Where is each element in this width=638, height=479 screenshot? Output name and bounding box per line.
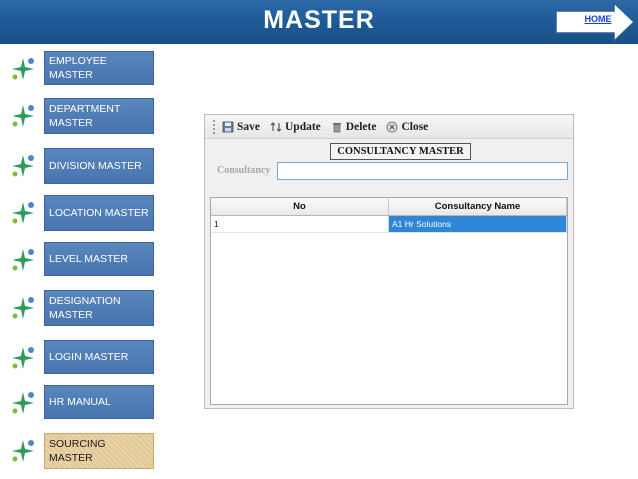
consultancy-grid: No Consultancy Name 1 A1 Hr Solutions (210, 197, 568, 405)
menu-item-label: EMPLOYEE MASTER (44, 51, 154, 85)
menu-item-label: DESIGNATION MASTER (44, 290, 154, 326)
menu-item-label: HR MANUAL (44, 385, 154, 419)
menu-item-sourcing-master[interactable]: SOURCING MASTER (8, 433, 154, 469)
consultancy-form-panel: Save Update Delete Close CONSULTANCY MAS… (204, 114, 574, 409)
menu-item-location-master[interactable]: LOCATION MASTER (8, 195, 154, 231)
sparkle-cross-icon (12, 155, 34, 177)
update-button[interactable]: Update (270, 121, 321, 133)
close-label: Close (401, 120, 429, 133)
sparkle-cross-icon (12, 58, 34, 80)
sparkle-cross-icon (12, 392, 34, 414)
home-button[interactable]: HOME (554, 1, 636, 43)
column-header-no[interactable]: No (211, 198, 389, 215)
form-toolbar: Save Update Delete Close (205, 115, 573, 139)
menu-item-label: DIVISION MASTER (44, 148, 154, 184)
close-button[interactable]: Close (386, 121, 428, 133)
save-label: Save (237, 120, 260, 133)
sparkle-cross-icon (12, 105, 34, 127)
menu-item-label: DEPARTMENT MASTER (44, 98, 154, 134)
menu-item-login-master[interactable]: LOGIN MASTER (8, 340, 154, 374)
table-row[interactable]: 1 A1 Hr Solutions (211, 216, 567, 233)
menu-item-division-master[interactable]: DIVISION MASTER (8, 148, 154, 184)
consultancy-input[interactable] (277, 162, 568, 180)
save-icon (222, 121, 234, 132)
sparkle-cross-icon (12, 347, 34, 369)
sparkle-cross-icon (12, 297, 34, 319)
toolbar-grip (213, 119, 216, 134)
menu-item-designation-master[interactable]: DESIGNATION MASTER (8, 290, 154, 326)
trash-icon (332, 122, 341, 132)
menu-item-hr-manual[interactable]: HR MANUAL (8, 385, 154, 419)
sparkle-cross-icon (12, 202, 34, 224)
cell-consultancy-name[interactable]: A1 Hr Solutions (389, 216, 567, 232)
column-header-consultancy-name[interactable]: Consultancy Name (389, 198, 567, 215)
update-icon (270, 121, 282, 132)
consultancy-label: Consultancy (217, 165, 271, 176)
menu-item-level-master[interactable]: LEVEL MASTER (8, 242, 154, 276)
menu-item-label: LOCATION MASTER (44, 195, 154, 231)
menu-item-label: LOGIN MASTER (44, 340, 154, 374)
form-title: CONSULTANCY MASTER (330, 143, 471, 160)
menu-item-employee-master[interactable]: EMPLOYEE MASTER (8, 51, 154, 85)
save-button[interactable]: Save (222, 121, 260, 133)
home-link[interactable]: HOME (578, 14, 618, 24)
header-bar: MASTER HOME (0, 0, 638, 44)
sparkle-cross-icon (12, 249, 34, 271)
close-circle-icon (387, 121, 398, 132)
menu-item-label: LEVEL MASTER (44, 242, 154, 276)
delete-button[interactable]: Delete (331, 120, 377, 133)
grid-header-row: No Consultancy Name (211, 198, 567, 216)
menu-item-department-master[interactable]: DEPARTMENT MASTER (8, 98, 154, 134)
sparkle-cross-icon (12, 440, 34, 462)
cell-no[interactable]: 1 (211, 216, 389, 232)
page-title: MASTER (263, 6, 375, 34)
update-label: Update (285, 120, 321, 133)
menu-item-label: SOURCING MASTER (44, 433, 154, 469)
delete-label: Delete (345, 120, 377, 133)
